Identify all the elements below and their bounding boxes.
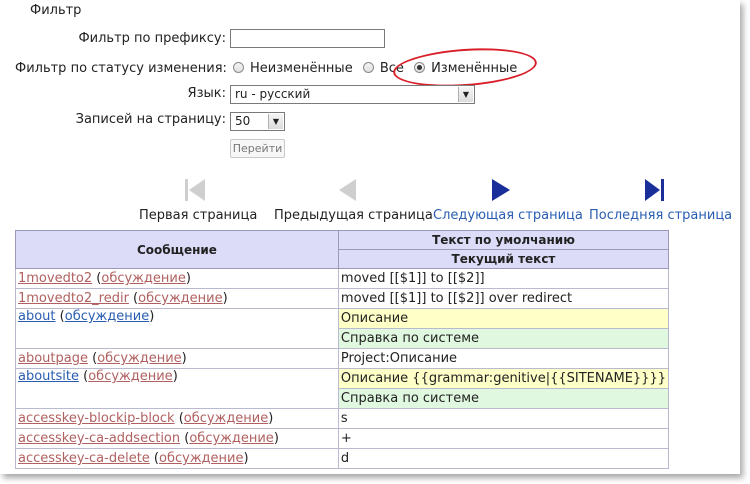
talk-link[interactable]: обсуждение xyxy=(189,431,273,446)
per-page-label: Записей на страницу: xyxy=(75,112,226,127)
message-key-link[interactable]: accesskey-blockip-block xyxy=(18,411,175,426)
default-text-cell: moved [[$1]] to [[$2]] over redirect xyxy=(337,288,670,309)
message-key-link[interactable]: 1movedto2 xyxy=(18,271,92,286)
chevron-down-icon: ▼ xyxy=(458,87,473,102)
table-row: 1movedto2 (обсуждение) moved [[$1]] to [… xyxy=(15,268,670,289)
message-key-cell: 1movedto2_redir (обсуждение) xyxy=(15,288,339,309)
next-page-link[interactable]: Следующая страница xyxy=(433,208,583,223)
message-key-link[interactable]: accesskey-ca-delete xyxy=(18,451,150,466)
talk-link[interactable]: обсуждение xyxy=(159,451,243,466)
last-page-link[interactable]: Последняя страница xyxy=(589,208,732,223)
message-key-cell: 1movedto2 (обсуждение) xyxy=(15,268,339,289)
last-page-icon[interactable] xyxy=(643,178,667,202)
header-current: Текущий текст xyxy=(337,249,670,269)
prev-page-icon xyxy=(339,179,356,201)
table-row: accesskey-blockip-block (обсуждение) s xyxy=(15,408,670,429)
message-key-link[interactable]: accesskey-ca-addsection xyxy=(18,431,180,446)
message-key-cell: accesskey-ca-delete (обсуждение) xyxy=(15,448,339,469)
talk-link[interactable]: обсуждение xyxy=(138,291,222,306)
message-key-cell: about (обсуждение) xyxy=(15,308,339,349)
message-key-cell: aboutsite (обсуждение) xyxy=(15,368,339,409)
message-key-link[interactable]: aboutpage xyxy=(18,351,88,366)
status-label: Фильтр по статусу изменения: xyxy=(15,61,227,76)
language-label: Язык: xyxy=(187,86,226,101)
message-key-cell: accesskey-blockip-block (обсуждение) xyxy=(15,408,339,429)
prev-page-label: Предыдущая страница xyxy=(274,208,433,223)
go-button[interactable]: Перейти xyxy=(230,139,285,158)
header-message: Сообщение xyxy=(15,230,339,269)
prefix-label: Фильтр по префиксу: xyxy=(78,31,226,46)
messages-table: Сообщение Текст по умолчанию Текущий тек… xyxy=(15,230,670,469)
table-row: about (обсуждение) Описание xyxy=(15,308,670,349)
talk-link[interactable]: обсуждение xyxy=(65,309,149,324)
per-page-select[interactable]: 50 ▼ xyxy=(230,112,285,131)
per-page-select-value: 50 xyxy=(235,114,251,128)
current-text-cell: Справка по системе xyxy=(337,388,670,409)
radio-unchanged[interactable] xyxy=(233,62,244,73)
next-page-icon[interactable] xyxy=(490,178,514,202)
table-row: 1movedto2_redir (обсуждение) moved [[$1]… xyxy=(15,288,670,309)
header-default: Текст по умолчанию xyxy=(337,230,670,250)
table-row: aboutsite (обсуждение) Описание {{gramma… xyxy=(15,368,670,409)
default-text-cell: Project:Описание xyxy=(337,348,670,369)
talk-link[interactable]: обсуждение xyxy=(101,271,185,286)
highlight-ellipse xyxy=(391,44,539,91)
default-text-cell: Описание xyxy=(337,308,670,329)
message-key-link[interactable]: about xyxy=(18,309,56,324)
chevron-down-icon: ▼ xyxy=(268,114,283,129)
filter-legend: Фильтр xyxy=(30,3,82,18)
page: Фильтр Фильтр по префиксу: Фильтр по ста… xyxy=(0,0,740,474)
default-text-cell: moved [[$1]] to [[$2]] xyxy=(337,268,670,289)
message-key-cell: accesskey-ca-addsection (обсуждение) xyxy=(15,428,339,449)
default-text-cell: d xyxy=(337,448,670,469)
language-select[interactable]: ru - русский ▼ xyxy=(230,85,475,104)
talk-link[interactable]: обсуждение xyxy=(97,351,181,366)
message-key-link[interactable]: 1movedto2_redir xyxy=(18,291,129,306)
default-text-cell: + xyxy=(337,428,670,449)
first-page-icon xyxy=(185,179,205,201)
language-select-value: ru - русский xyxy=(235,87,311,101)
table-row: accesskey-ca-delete (обсуждение) d xyxy=(15,448,670,469)
radio-unchanged-label: Неизменённые xyxy=(250,61,353,76)
talk-link[interactable]: обсуждение xyxy=(184,411,268,426)
default-text-cell: Описание {{grammar:genitive|{{SITENAME}}… xyxy=(337,368,670,389)
radio-all[interactable] xyxy=(362,62,374,73)
default-text-cell: s xyxy=(337,408,670,429)
first-page-label: Первая страница xyxy=(139,208,258,223)
message-key-cell: aboutpage (обсуждение) xyxy=(15,348,339,369)
message-key-link[interactable]: aboutsite xyxy=(18,369,79,384)
prefix-input[interactable] xyxy=(230,29,385,48)
table-row: accesskey-ca-addsection (обсуждение) + xyxy=(15,428,670,449)
talk-link[interactable]: обсуждение xyxy=(88,369,172,384)
current-text-cell: Справка по системе xyxy=(337,328,670,349)
table-row: aboutpage (обсуждение) Project:Описание xyxy=(15,348,670,369)
